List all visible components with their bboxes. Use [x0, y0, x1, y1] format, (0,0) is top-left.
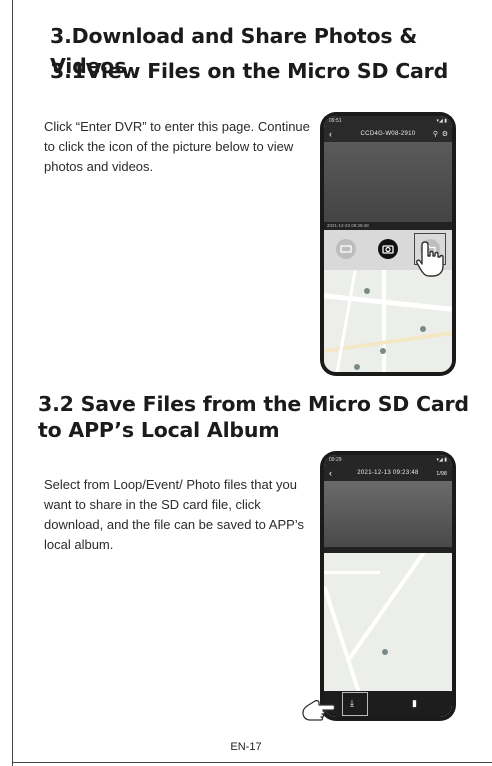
- signal-icon: ▾◢ ▮: [436, 457, 448, 463]
- video-preview: [324, 142, 452, 222]
- map-pin-icon: [420, 326, 426, 332]
- instruction-paragraph-save-files: Select from Loop/Event/ Photo files that…: [44, 477, 304, 552]
- status-bar: 09:29 ▾◢ ▮: [324, 455, 452, 467]
- signal-icon: ▾◢ ▮: [436, 118, 448, 124]
- video-timestamp-bar: 2021-12-23 09:28:48: [324, 222, 452, 230]
- map-pin-icon: [354, 364, 360, 370]
- settings-icon[interactable]: ⚙: [442, 130, 448, 138]
- map-road: [334, 270, 357, 372]
- page-left-border: [12, 0, 13, 766]
- phone-screen: 09:29 ▾◢ ▮ ‹ 2021-12-13 09:23:48 1/98 ⤓ …: [324, 455, 452, 717]
- highlight-box: [342, 692, 368, 716]
- map-view: [324, 553, 452, 691]
- map-road: [324, 293, 452, 312]
- map-pin-icon: [380, 348, 386, 354]
- map-pin-icon: [382, 649, 388, 655]
- file-date: 2021-12-13 09:23:48: [357, 470, 419, 476]
- map-pin-icon: [364, 288, 370, 294]
- map-road: [324, 571, 380, 574]
- map-road: [382, 270, 386, 372]
- map-view: [324, 270, 452, 372]
- status-bar: 09:51 ▾◢ ▮: [324, 116, 452, 128]
- camera-icon[interactable]: [378, 239, 398, 259]
- trash-icon[interactable]: ▮: [412, 698, 417, 709]
- bottom-action-bar: ⤓ ▮: [324, 691, 452, 717]
- file-counter: 1/98: [436, 471, 447, 477]
- phone-screenshot-file-detail: 09:29 ▾◢ ▮ ‹ 2021-12-13 09:23:48 1/98 ⤓ …: [320, 451, 456, 721]
- app-title-bar: ‹ CCD4G-W08-2910 ⚲ ⚙: [324, 128, 452, 142]
- link-icon[interactable]: ⚲: [433, 130, 438, 138]
- pointing-hand-icon: [302, 699, 335, 721]
- map-road: [346, 553, 442, 662]
- status-time: 09:29: [329, 457, 342, 463]
- instruction-paragraph-view-files: Click “Enter DVR” to enter this page. Co…: [44, 119, 310, 174]
- pointing-hand-icon: [416, 241, 444, 277]
- page-number: EN-17: [230, 741, 262, 753]
- subsection-heading-3-1: 3.1View Files on the Micro SD Card: [50, 59, 449, 83]
- file-title-bar: ‹ 2021-12-13 09:23:48 1/98: [324, 467, 452, 481]
- video-preview: [324, 481, 452, 547]
- page-bottom-border: [12, 762, 492, 763]
- phone-screenshot-dvr-view: 09:51 ▾◢ ▮ ‹ CCD4G-W08-2910 ⚲ ⚙ 2021-12-…: [320, 112, 456, 376]
- status-time: 09:51: [329, 118, 342, 124]
- video-timestamp: 2021-12-23 09:28:48: [327, 223, 369, 228]
- film-icon[interactable]: [336, 239, 356, 259]
- subsection-heading-3-2: 3.2 Save Files from the Micro SD Card to…: [38, 392, 469, 442]
